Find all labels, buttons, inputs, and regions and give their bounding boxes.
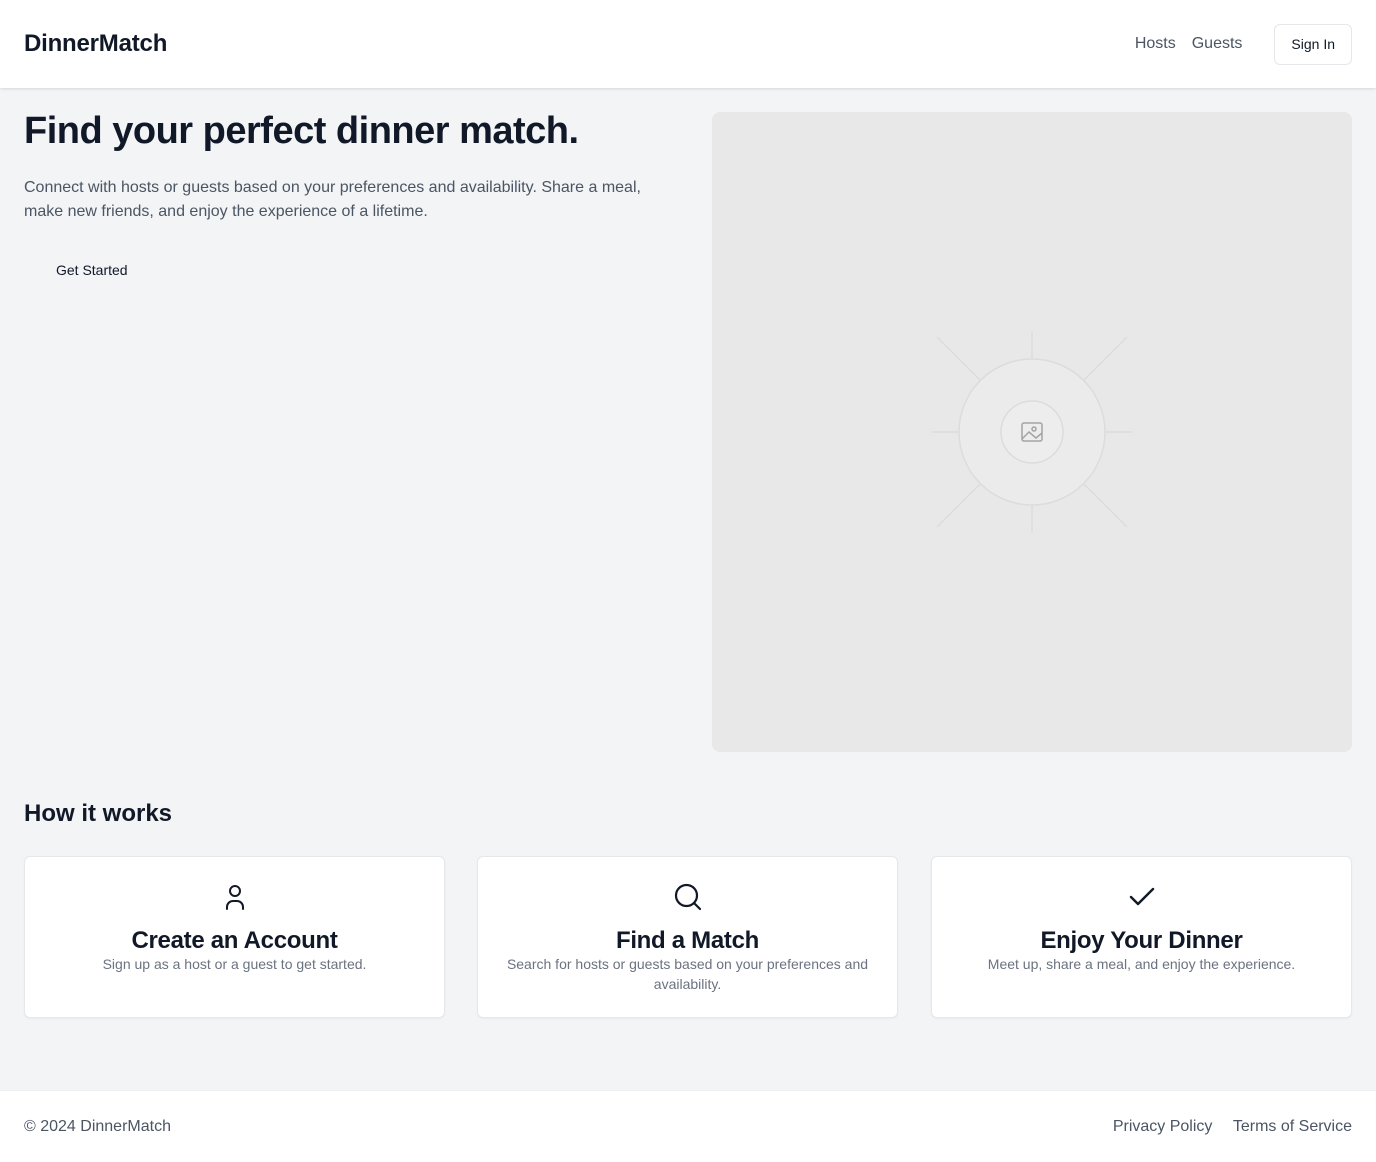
search-icon <box>674 883 701 911</box>
terms-of-service-link[interactable]: Terms of Service <box>1233 1118 1352 1135</box>
card-title: Find a Match <box>615 927 760 954</box>
card-text: Search for hosts or guests based on your… <box>506 956 869 992</box>
step-card-find-match: Find a Match Search for hosts or guests … <box>477 856 898 1018</box>
nav-link-hosts[interactable]: Hosts <box>1135 35 1176 53</box>
hero-image-placeholder <box>712 112 1352 752</box>
hero-description: Connect with hosts or guests based on yo… <box>24 179 641 220</box>
card-title: Enjoy Your Dinner <box>1040 927 1243 954</box>
card-text: Sign up as a host or a guest to get star… <box>102 956 367 972</box>
image-placeholder-icon <box>932 332 1132 532</box>
nav-link-guests[interactable]: Guests <box>1192 35 1243 53</box>
check-icon <box>1129 887 1154 906</box>
site-footer: © 2024 DinnerMatch Privacy Policy Terms … <box>0 1090 1376 1162</box>
hero-title: Find your perfect dinner match. <box>24 110 579 152</box>
card-title: Create an Account <box>131 927 338 954</box>
copyright: © 2024 DinnerMatch <box>24 1117 171 1135</box>
user-icon <box>225 885 244 910</box>
privacy-policy-link[interactable]: Privacy Policy <box>1113 1118 1213 1135</box>
main-nav: Hosts Guests Sign In <box>1119 23 1352 65</box>
site-header: DinnerMatch Hosts Guests Sign In <box>0 0 1376 88</box>
step-card-enjoy-dinner: Enjoy Your Dinner Meet up, share a meal,… <box>931 856 1352 1018</box>
footer-links: Privacy Policy Terms of Service <box>1097 1118 1352 1136</box>
card-text: Meet up, share a meal, and enjoy the exp… <box>987 956 1296 972</box>
get-started-button[interactable]: Get Started <box>24 254 160 286</box>
step-card-create-account: Create an Account Sign up as a host or a… <box>24 856 445 1018</box>
sign-in-button[interactable]: Sign In <box>1274 23 1352 65</box>
logo[interactable]: DinnerMatch <box>24 30 167 58</box>
how-it-works-title: How it works <box>24 800 173 827</box>
